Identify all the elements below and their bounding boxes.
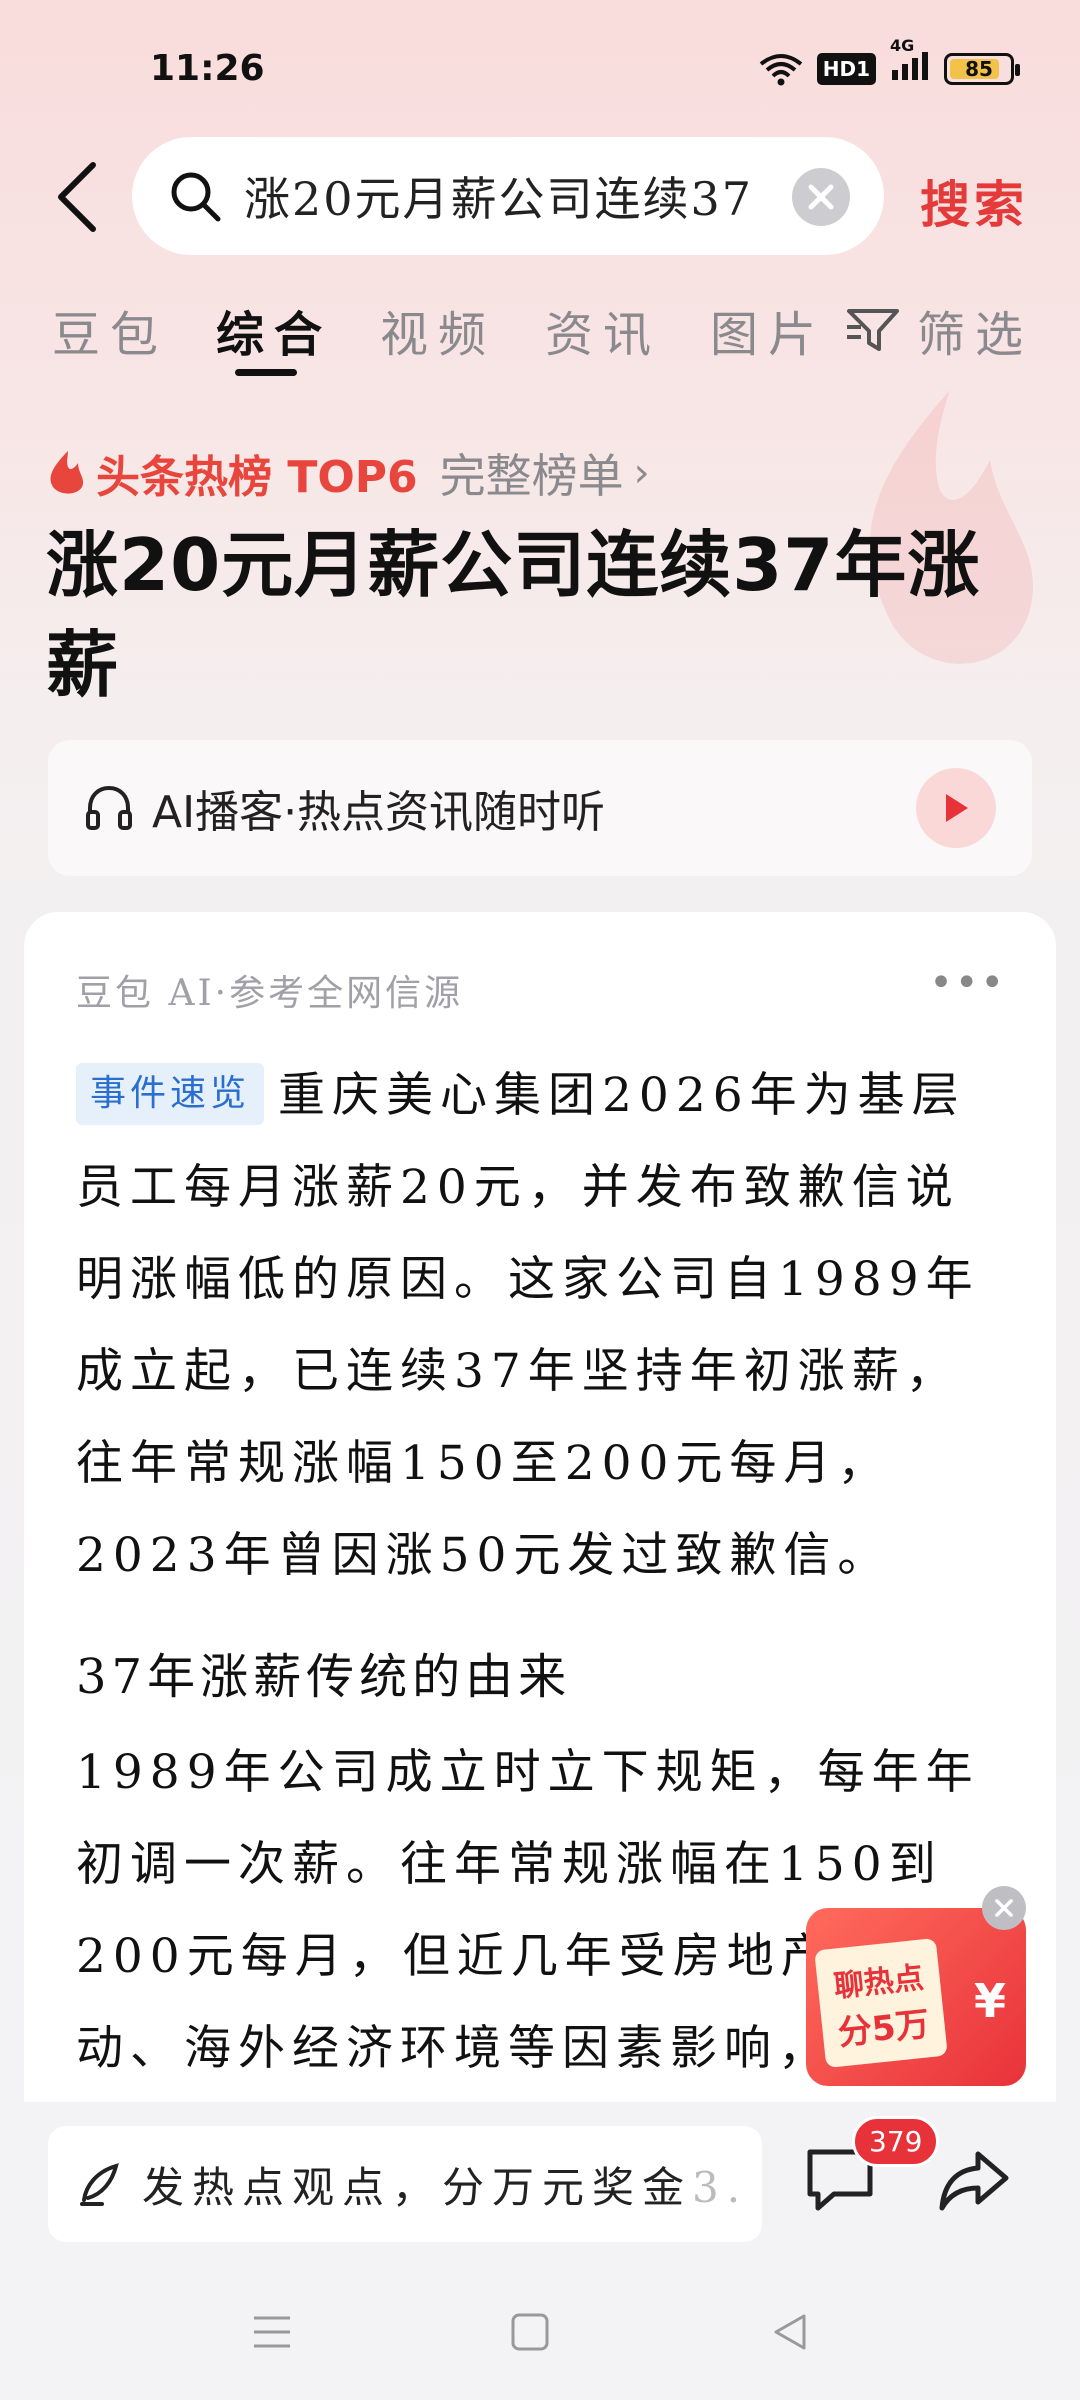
network-type-label: 4G	[890, 36, 915, 55]
search-tabs: 豆包 综合 视频 资讯 图片 筛选	[0, 285, 1080, 385]
home-nav-button[interactable]	[500, 2302, 560, 2362]
battery-level: 85	[965, 56, 993, 81]
promo-card: 聊热点 分5万	[814, 1937, 948, 2069]
yen-icon: ¥	[973, 1974, 1006, 2028]
search-submit-button[interactable]: 搜索	[920, 165, 1028, 237]
active-tab-indicator	[235, 369, 297, 376]
comment-placeholder: 发热点观点，分万元奖金	[142, 2162, 693, 2212]
full-list-link[interactable]: 完整榜单	[440, 440, 624, 506]
search-icon	[171, 172, 221, 222]
play-icon	[946, 794, 968, 822]
search-row: 涨20元月薪公司连续37 搜索	[0, 135, 1080, 255]
section-title: 37年涨薪传统的由来	[76, 1649, 572, 1705]
back-triangle-icon	[774, 2314, 806, 2350]
search-query-text[interactable]: 涨20元月薪公司连续37	[244, 163, 759, 229]
close-icon	[995, 1899, 1013, 1917]
hot-topic-promo[interactable]: 聊热点 分5万 ¥	[806, 1886, 1026, 2092]
more-options-icon[interactable]: •••	[929, 960, 1006, 1006]
play-button[interactable]	[916, 768, 996, 848]
tab-images[interactable]: 图片	[710, 295, 826, 365]
back-nav-button[interactable]	[760, 2302, 820, 2362]
tab-news[interactable]: 资讯	[545, 295, 661, 365]
menu-icon	[254, 2316, 290, 2348]
search-input[interactable]: 涨20元月薪公司连续37	[132, 137, 884, 255]
hd-voice-icon: HD1	[816, 52, 876, 85]
ai-podcast-bar[interactable]: AI播客·热点资讯随时听	[48, 740, 1032, 876]
tab-doubao[interactable]: 豆包	[52, 295, 168, 365]
hot-rank-label: 头条热榜 TOP6	[96, 452, 418, 503]
back-arrow-icon	[58, 162, 96, 232]
clear-search-button[interactable]	[792, 168, 850, 226]
podcast-label: AI播客·热点资讯随时听	[152, 787, 606, 838]
share-button[interactable]	[934, 2140, 1014, 2220]
headphones-icon	[86, 785, 132, 830]
page-title: 涨20元月薪公司连续37年涨薪	[46, 523, 981, 707]
comment-count-badge: 379	[852, 2116, 940, 2167]
tab-comprehensive[interactable]: 综合	[216, 295, 332, 365]
tab-filter[interactable]: 筛选	[845, 295, 1033, 365]
comment-placeholder-suffix: 3.	[692, 2162, 749, 2212]
battery-icon: 85	[944, 52, 1020, 85]
status-time: 11:26	[150, 48, 265, 89]
back-button[interactable]	[42, 157, 112, 237]
promo-line-2: 分5万	[835, 2003, 932, 2054]
chevron-right-icon: ›	[633, 450, 650, 496]
close-icon	[808, 184, 834, 210]
summary-text: 重庆美心集团2026年为基层员工每月涨薪20元，并发布致歉信说明涨幅低的原因。这…	[76, 1068, 980, 1583]
event-overview-tag: 事件速览	[76, 1063, 265, 1125]
tab-filter-label: 筛选	[917, 307, 1034, 363]
home-square-icon	[511, 2313, 549, 2351]
wifi-icon	[759, 53, 802, 85]
summary-paragraph: 事件速览 重庆美心集团2026年为基层员工每月涨薪20元，并发布致歉信说明涨幅低的…	[76, 1050, 996, 1602]
filter-icon	[847, 309, 899, 351]
hot-rank-row[interactable]: 头条热榜 TOP6 完整榜单 ›	[46, 440, 650, 506]
share-icon	[939, 2151, 1009, 2211]
tab-video[interactable]: 视频	[380, 295, 496, 365]
status-bar: 11:26 HD1 4G 85	[0, 0, 1080, 130]
flame-icon	[50, 451, 84, 494]
card-source-label: 豆包 AI·参考全网信源	[76, 973, 464, 1014]
system-nav-bar	[0, 2280, 1080, 2380]
close-promo-button[interactable]	[982, 1886, 1026, 1930]
status-icons: HD1 4G 85	[759, 36, 1020, 87]
pen-icon	[80, 2163, 119, 2206]
comment-input[interactable]: 发热点观点，分万元奖金3.	[48, 2126, 762, 2242]
cellular-signal-icon: 4G	[890, 36, 930, 87]
menu-nav-button[interactable]	[242, 2302, 302, 2362]
